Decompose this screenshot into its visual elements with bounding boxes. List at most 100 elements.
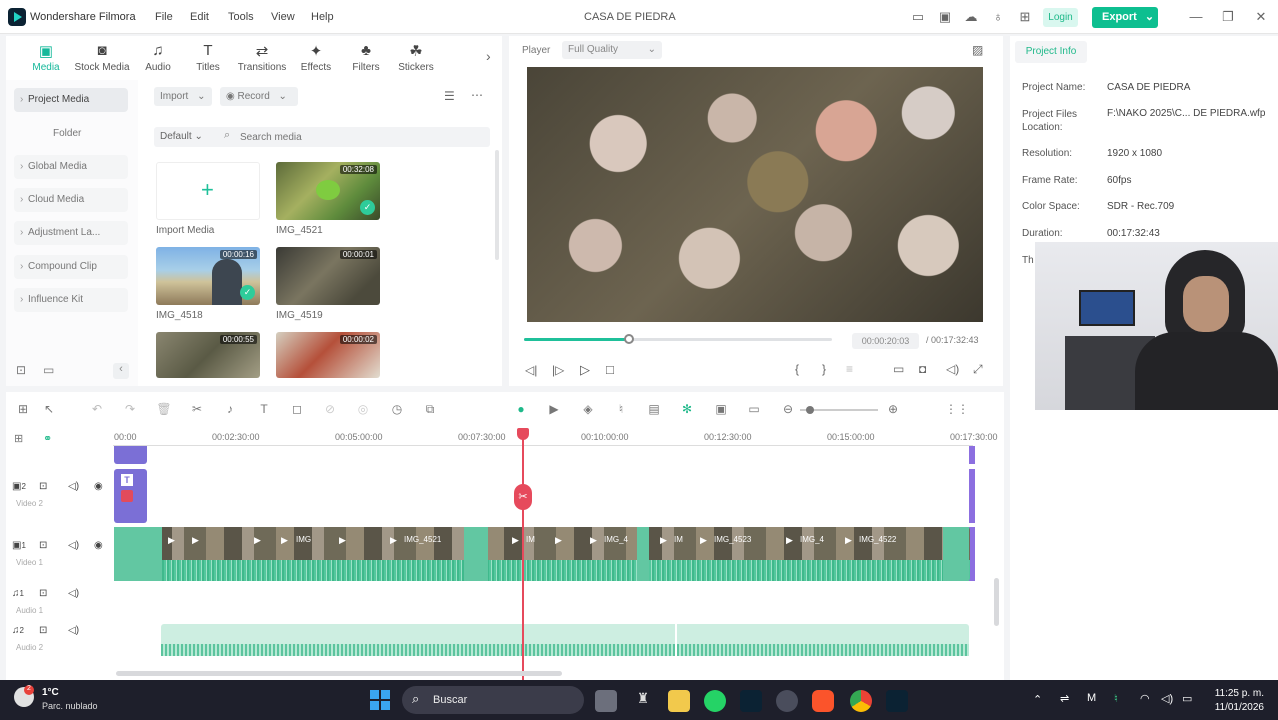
zoom-in-icon[interactable]: ⊕ [885,402,901,418]
clip-segment[interactable] [114,527,162,581]
render-preview-icon[interactable]: ▶ [546,402,562,418]
media-thumb-6[interactable]: 00:00:02 [276,332,380,378]
media-thumb-img-4519[interactable]: 00:00:01 [276,247,380,305]
tab-stock-media[interactable]: ◙ Stock Media [71,36,133,80]
voiceover-icon[interactable]: ▤ [646,402,662,418]
mark-out-icon[interactable]: } [822,362,826,376]
audio-clip[interactable] [161,624,969,656]
progress-track[interactable] [524,334,832,344]
eye-icon[interactable]: ◉ [94,540,114,551]
weather-icon[interactable]: 2 [14,685,34,707]
export-button[interactable]: Export ⌄ [1092,7,1158,28]
chrome-icon[interactable] [850,690,872,712]
mute-icon[interactable]: ◁) [68,588,88,599]
restore-icon[interactable]: ❐ [1220,9,1236,25]
search-input[interactable] [240,130,480,145]
menu-file[interactable]: File [155,11,173,23]
snap-icon[interactable]: ● [513,402,529,418]
video-preview[interactable] [527,67,983,322]
media-thumb-img-4518[interactable]: 00:00:16 ✓ [156,247,260,305]
undo-icon[interactable]: ↶ [89,402,105,418]
timeline-hscroll[interactable] [116,671,562,676]
crop-icon[interactable]: ◻ [289,402,305,418]
play-icon[interactable]: ▷ [580,362,590,378]
filmora-active-icon[interactable] [886,690,908,712]
fit-icon[interactable]: ▭ [746,402,762,418]
mute-icon[interactable]: ◁) [68,540,88,551]
sidebar-item-influence-kit[interactable]: Influence Kit [14,288,128,312]
folder-icon[interactable]: ▭ [43,363,54,377]
ai-icon[interactable]: ✻ [679,402,695,418]
tab-transitions[interactable]: ⇄ Transitions [233,36,291,80]
sidebar-item-compound-clip[interactable]: Compound Clip [14,255,128,279]
volume-icon[interactable]: ◁) [1161,692,1173,705]
sidebar-item-project-media[interactable]: Project Media [14,88,128,112]
menu-view[interactable]: View [271,11,295,23]
tab-audio[interactable]: ♫ Audio [133,36,183,80]
tab-effects[interactable]: ✦ Effects [291,36,341,80]
tab-media[interactable]: ▣ Media [21,36,71,80]
brave-icon[interactable] [812,690,834,712]
wifi-icon[interactable]: ◠ [1140,692,1150,705]
clock-time[interactable]: 11:25 p. m. [1208,688,1264,699]
tab-project-info[interactable]: Project Info [1015,41,1087,63]
sidebar-item-cloud-media[interactable]: Cloud Media [14,188,128,212]
chevron-right-icon[interactable]: › [486,48,491,64]
zoom-out-icon[interactable]: ⊖ [780,402,796,418]
playhead-line[interactable] [522,430,524,680]
new-folder-icon[interactable]: ⊡ [16,363,26,377]
playhead-handle[interactable] [517,428,529,440]
monitor-icon[interactable]: ▭ [910,9,926,25]
tray-icon[interactable]: M [1087,692,1096,704]
task-view-icon[interactable] [595,690,617,712]
add-track-icon[interactable]: ⊞ [14,432,23,445]
cloud-icon[interactable]: ☁ [963,9,979,25]
camera-icon[interactable]: ◘ [919,362,926,376]
tab-titles[interactable]: T Titles [183,36,233,80]
chevron-up-icon[interactable]: ⌃ [1033,693,1042,706]
taskbar-search[interactable]: ⌕ Buscar [402,686,584,714]
display-icon[interactable]: ▭ [893,362,904,376]
filmora-taskbar-icon[interactable] [740,690,762,712]
title-clip-top[interactable] [114,446,147,464]
delete-icon[interactable]: 🗑︎ [156,402,172,418]
mute-icon[interactable]: ◁) [68,625,88,636]
select-tool-icon[interactable]: ↖ [41,402,57,418]
save-icon[interactable]: ▣ [937,9,953,25]
layout-icon[interactable]: ⊞ [15,402,31,418]
lock-icon[interactable]: ⊡ [39,625,59,636]
color-icon[interactable]: ◎ [355,402,371,418]
battery-icon[interactable]: ▭ [1182,692,1192,705]
close-icon[interactable]: ✕ [1253,9,1269,25]
text-icon[interactable]: T [256,402,272,418]
tab-filters[interactable]: ♣ Filters [341,36,391,80]
split-scissors-icon[interactable]: ✂ [189,402,205,418]
minimize-icon[interactable]: — [1188,9,1204,25]
link-tracks-icon[interactable]: ⚭ [43,432,52,445]
media-thumb-img-4521[interactable]: 00:32:08 ✓ [276,162,380,220]
login-button[interactable]: Login [1043,8,1078,27]
current-time[interactable]: 00:00:20:03 [852,333,919,349]
pip-icon[interactable]: ▣ [713,402,729,418]
sidebar-item-global-media[interactable]: Global Media [14,155,128,179]
import-media-tile[interactable]: + [156,162,260,220]
menu-help[interactable]: Help [311,11,334,23]
menu-tools[interactable]: Tools [228,11,254,23]
clip-segment[interactable] [637,527,649,581]
clip-segment[interactable] [943,527,969,581]
play-reverse-icon[interactable]: |▷ [552,363,564,377]
whatsapp-icon[interactable] [704,690,726,712]
snapshot-icon[interactable]: ▨ [972,43,983,57]
progress-handle[interactable] [623,334,634,344]
headset-icon[interactable]: ♁ [990,9,1006,25]
lock-icon[interactable]: ⊡ [39,588,59,599]
menu-edit[interactable]: Edit [190,11,209,23]
media-scrollbar[interactable] [495,150,499,260]
volume-icon[interactable]: ◁) [946,362,959,376]
zoom-handle[interactable] [806,406,814,414]
more-icon[interactable]: ⋯ [471,88,483,102]
mic-icon[interactable]: ♮ [1114,692,1118,705]
grid-view-icon[interactable]: ⋮⋮ [945,402,969,418]
tab-stickers[interactable]: ☘ Stickers [391,36,441,80]
mic-icon[interactable]: ♮ [613,402,629,418]
